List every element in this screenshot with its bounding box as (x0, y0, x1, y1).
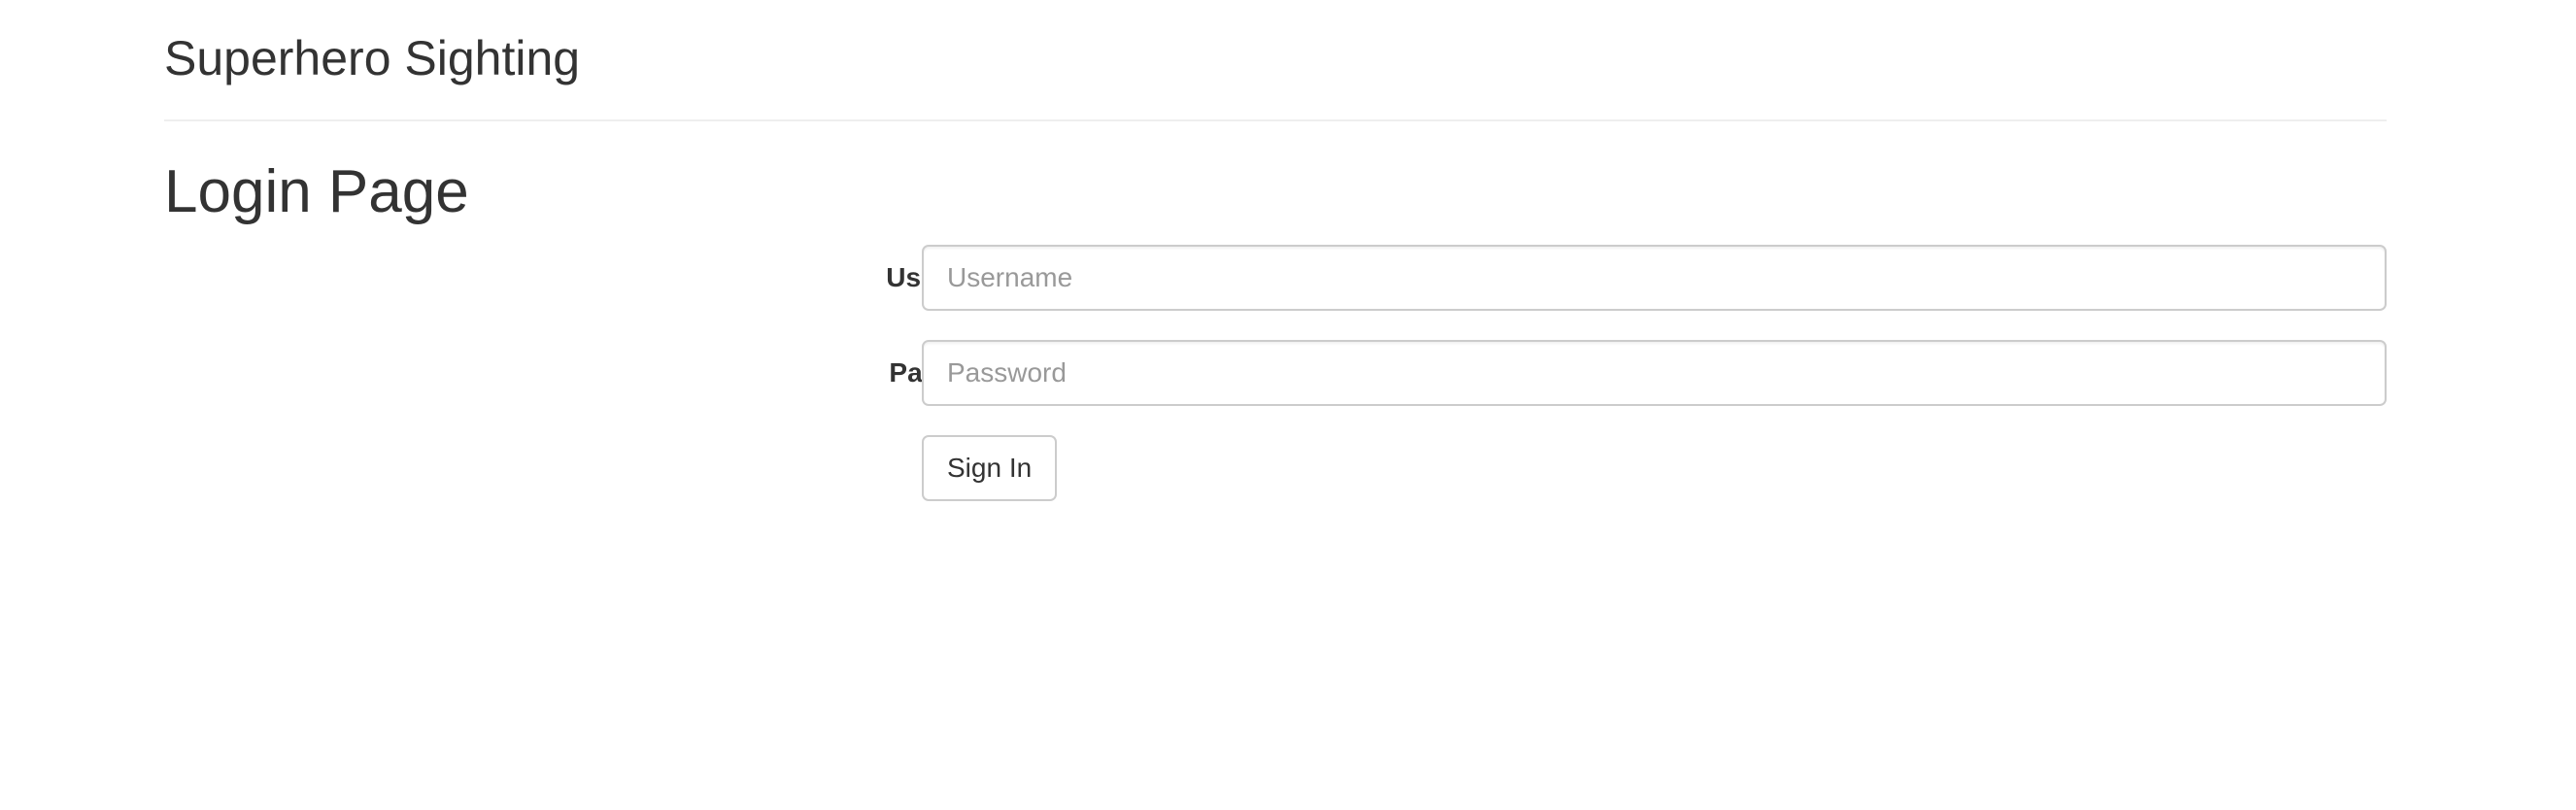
submit-row: Sign In (164, 435, 2387, 501)
site-title: Superhero Sighting (164, 31, 581, 85)
page-header: Superhero Sighting (164, 0, 2387, 121)
login-page: Superhero Sighting Login Page Username: … (0, 0, 2576, 810)
page-title: Login Page (164, 158, 469, 225)
password-input[interactable] (922, 340, 2387, 406)
sign-in-button[interactable]: Sign In (922, 435, 1058, 501)
username-row: Username: (164, 245, 2387, 311)
password-row: Password: (164, 340, 2387, 406)
username-input[interactable] (922, 245, 2387, 311)
